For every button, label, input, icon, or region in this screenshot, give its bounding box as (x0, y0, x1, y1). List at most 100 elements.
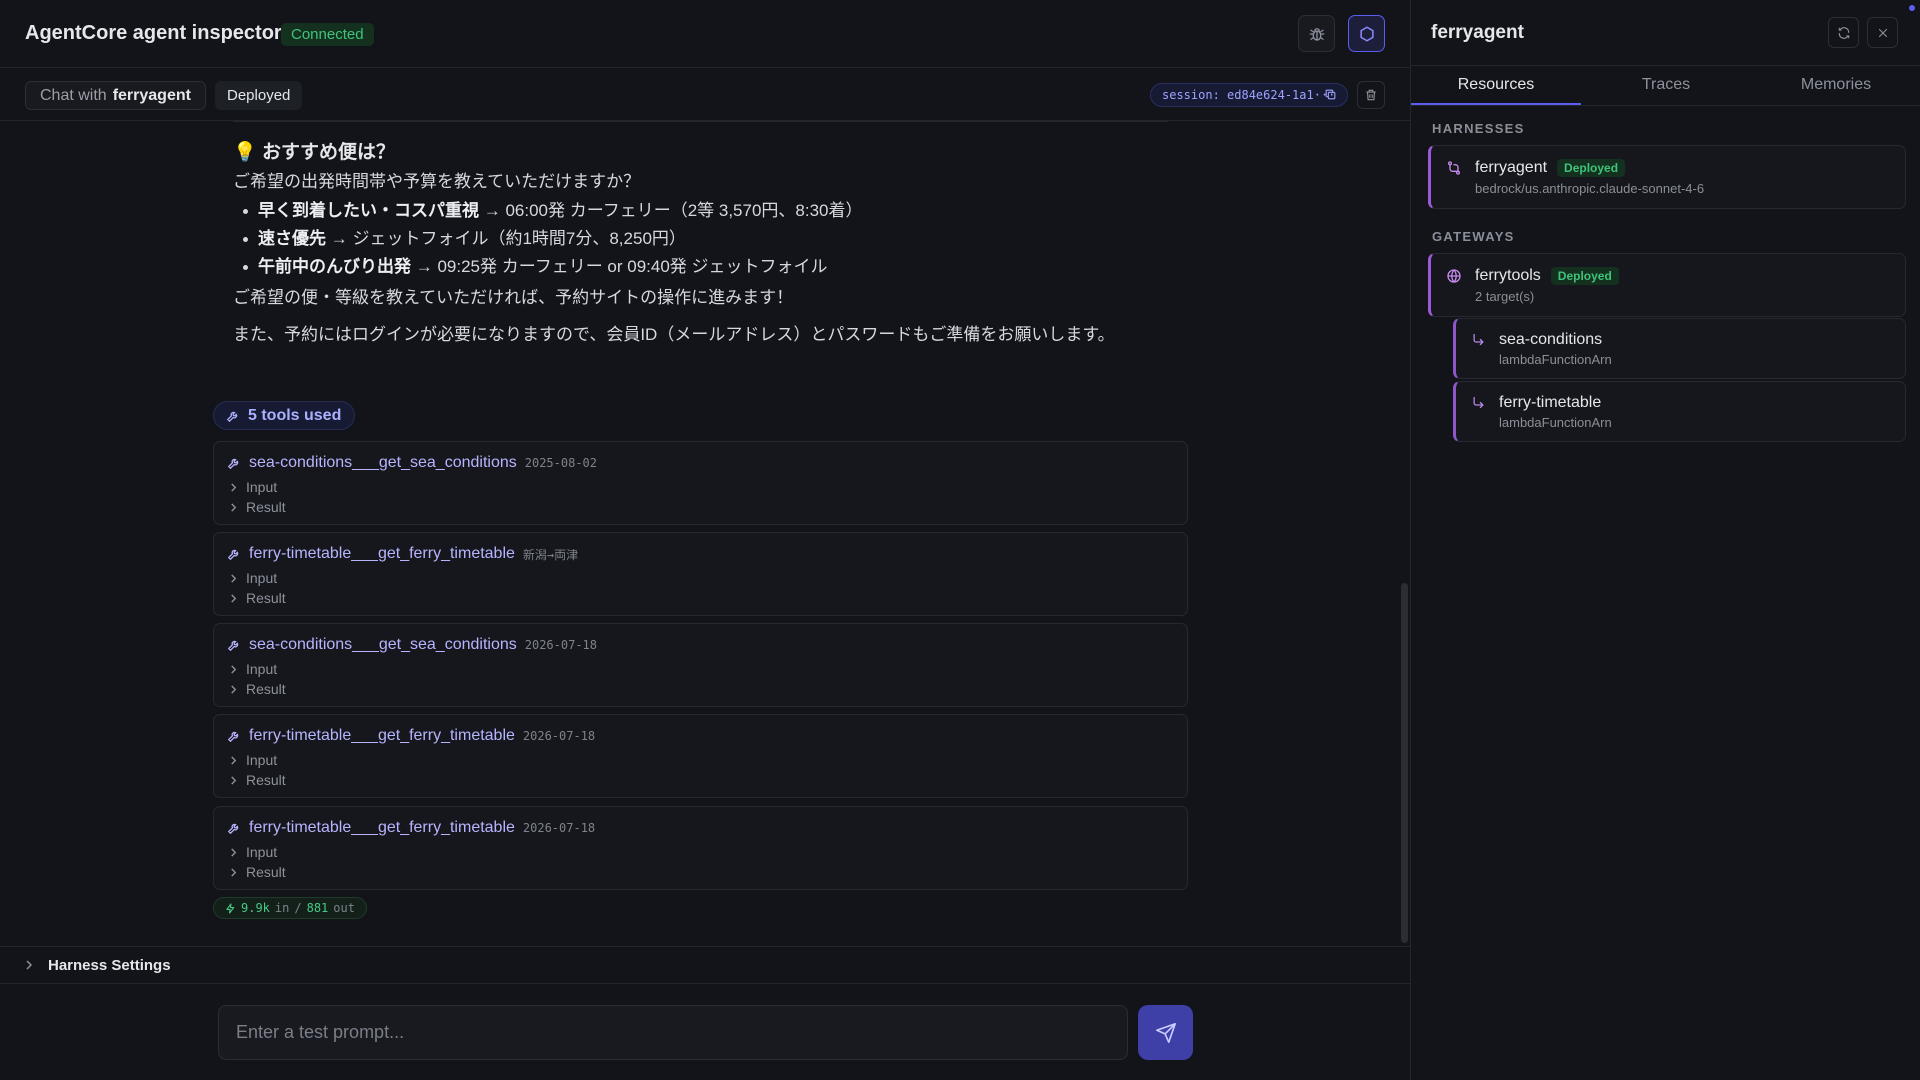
wrench-icon (227, 821, 241, 835)
chat-transcript: 💡 おすすめ便は？ ご希望の出発時間帯や予算を教えていただけますか？ 早く到着し… (0, 121, 1410, 946)
resources-panel-toggle-button[interactable] (1348, 15, 1385, 52)
close-icon (1877, 27, 1889, 39)
target-type: lambdaFunctionArn (1499, 352, 1612, 367)
option-detail: → ジェットフォイル（約1時間7分、8,250円） (326, 229, 686, 248)
harness-name: ferryagent (1475, 159, 1548, 176)
tool-result-toggle[interactable]: Result (229, 590, 286, 606)
session-id: session: ed84e624-1a1··· (1162, 88, 1336, 102)
tool-result-label: Result (246, 499, 286, 515)
wrench-icon (227, 638, 241, 652)
tool-input-label: Input (246, 570, 278, 586)
tool-input-toggle[interactable]: Input (229, 570, 277, 586)
wrench-icon (226, 409, 240, 423)
gateway-target-card[interactable]: sea-conditions lambdaFunctionArn (1453, 318, 1906, 379)
message-divider (233, 121, 1168, 122)
message-login-note: また、予約にはログインが必要になりますので、会員ID（メールアドレス）とパスワー… (233, 325, 1115, 344)
message-followup: ご希望の便・等級を教えていただければ、予約サイトの操作に進みます！ (233, 288, 794, 307)
close-panel-button[interactable] (1867, 17, 1898, 48)
tool-result-label: Result (246, 864, 286, 880)
tool-input-toggle[interactable]: Input (229, 661, 277, 677)
tools-used-toggle[interactable]: 5 tools used (213, 401, 356, 430)
tool-call-header: ferry-timetable___get_ferry_timetable 新潟… (227, 545, 578, 563)
tool-name: sea-conditions___get_sea_conditions (249, 636, 517, 653)
option-title: 早く到着したい・コスパ重視 (258, 201, 479, 220)
tool-name: ferry-timetable___get_ferry_timetable (249, 727, 515, 744)
tool-arg: 2025-08-02 (524, 456, 597, 470)
chevron-right-icon (229, 755, 238, 765)
tool-call-header: sea-conditions___get_sea_conditions 2026… (227, 636, 597, 654)
refresh-button[interactable] (1828, 17, 1859, 48)
trash-icon (1364, 88, 1378, 102)
option-detail: → 09:25発 カーフェリー or 09:40発 ジェットフォイル (411, 257, 828, 276)
send-icon (1155, 1022, 1177, 1044)
gateway-targets-count: 2 target(s) (1475, 289, 1535, 304)
chevron-right-icon (229, 664, 238, 674)
resources-panel: ferryagent Resources Traces Memories HAR… (1410, 0, 1920, 1080)
tab-resources[interactable]: Resources (1411, 66, 1581, 105)
panel-title: ferryagent (1431, 22, 1524, 43)
connection-status-badge: Connected (281, 23, 374, 46)
gateway-target-card[interactable]: ferry-timetable lambdaFunctionArn (1453, 381, 1906, 442)
tool-input-label: Input (246, 661, 278, 677)
target-name: ferry-timetable (1499, 394, 1602, 411)
tool-call-header: sea-conditions___get_sea_conditions 2025… (227, 454, 597, 472)
lightning-icon (225, 902, 236, 914)
chevron-right-icon (229, 482, 238, 492)
lightbulb-icon: 💡 (233, 142, 257, 163)
copy-icon[interactable] (1324, 88, 1337, 101)
corner-down-right-icon (1471, 395, 1486, 410)
token-usage-chip: 9.9k in / 881 out (213, 897, 367, 919)
harness-settings-toggle[interactable]: Harness Settings (0, 946, 1410, 984)
harnesses-section-label: HARNESSES (1432, 121, 1525, 136)
harness-icon (1446, 160, 1462, 176)
clear-session-button[interactable] (1357, 81, 1385, 109)
tool-result-toggle[interactable]: Result (229, 499, 286, 515)
chat-with-selector[interactable]: Chat with ferryagent (25, 81, 206, 110)
option-list: 早く到着したい・コスパ重視 → 06:00発 カーフェリー（2等 3,570円、… (233, 200, 1168, 278)
tokens-in-value: 9.9k (241, 901, 270, 915)
prompt-input[interactable] (218, 1005, 1128, 1060)
app-header: AgentCore agent inspector Connected (0, 0, 1410, 68)
harness-settings-label: Harness Settings (48, 956, 171, 974)
tool-input-label: Input (246, 752, 278, 768)
tool-result-label: Result (246, 772, 286, 788)
message-intro: ご希望の出発時間帯や予算を教えていただけますか？ (233, 172, 641, 191)
gateway-name: ferrytools (1475, 267, 1541, 284)
chat-with-label: Chat with (40, 87, 107, 104)
chat-scrollbar[interactable] (1401, 583, 1408, 943)
tool-call-header: ferry-timetable___get_ferry_timetable 20… (227, 819, 595, 837)
message-heading: 💡 おすすめ便は？ (233, 139, 1168, 167)
harness-status-badge: Deployed (1557, 159, 1626, 177)
tool-name: sea-conditions___get_sea_conditions (249, 454, 517, 471)
debug-button[interactable] (1298, 15, 1335, 52)
harness-model: bedrock/us.anthropic.claude-sonnet-4-6 (1475, 181, 1705, 196)
target-name: sea-conditions (1499, 331, 1603, 348)
hexagon-icon (1358, 25, 1376, 43)
gateway-card[interactable]: ferrytools Deployed 2 target(s) (1428, 253, 1906, 317)
wrench-icon (227, 456, 241, 470)
tab-traces[interactable]: Traces (1581, 66, 1751, 105)
tool-result-toggle[interactable]: Result (229, 772, 286, 788)
harness-name-row: ferryagent Deployed (1475, 159, 1626, 177)
panel-tabs: Resources Traces Memories (1411, 66, 1920, 106)
tools-used-label: 5 tools used (248, 406, 342, 424)
chevron-right-icon (229, 867, 238, 877)
send-button[interactable] (1138, 1005, 1193, 1060)
gateway-name-row: ferrytools Deployed (1475, 267, 1619, 285)
chat-pane: AgentCore agent inspector Connected Chat… (0, 0, 1410, 1080)
tool-arg: 2026-07-18 (522, 821, 596, 835)
tool-result-toggle[interactable]: Result (229, 681, 286, 697)
tab-memories[interactable]: Memories (1751, 66, 1920, 105)
panel-header: ferryagent (1411, 0, 1920, 66)
harness-card[interactable]: ferryagent Deployed bedrock/us.anthropic… (1428, 145, 1906, 209)
tool-result-toggle[interactable]: Result (229, 864, 286, 880)
tool-arg: 新潟→両津 (522, 547, 579, 562)
wrench-icon (227, 547, 241, 561)
tool-arg: 2026-07-18 (524, 638, 597, 652)
tool-input-toggle[interactable]: Input (229, 479, 277, 495)
deployment-status-chip: Deployed (215, 81, 303, 110)
option-detail: → 06:00発 カーフェリー（2等 3,570円、8:30着） (479, 201, 863, 220)
tool-input-toggle[interactable]: Input (229, 844, 277, 860)
tool-input-toggle[interactable]: Input (229, 752, 277, 768)
gateways-section-label: GATEWAYS (1432, 229, 1515, 244)
